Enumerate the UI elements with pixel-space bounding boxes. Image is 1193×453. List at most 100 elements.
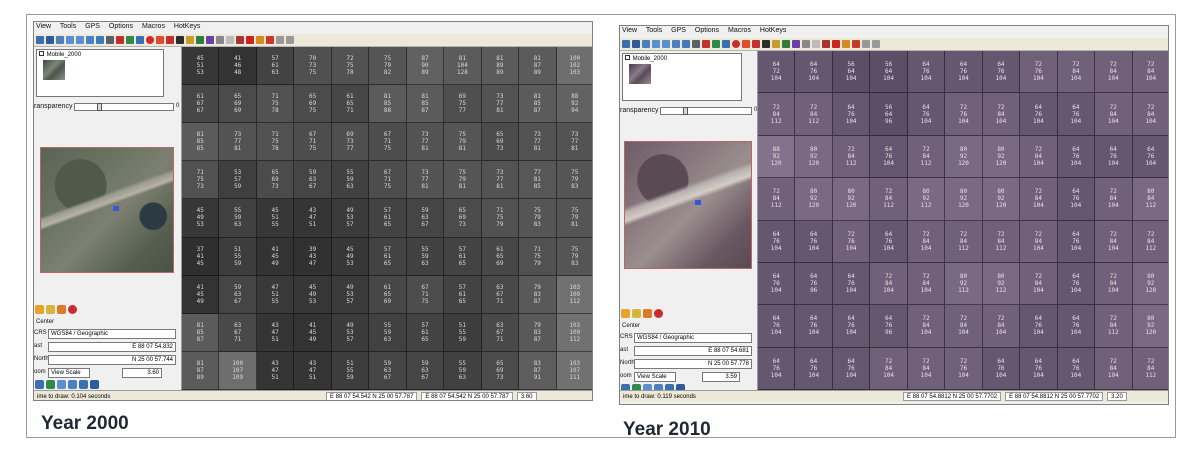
grid-cell[interactable]: 72 84 112 <box>832 135 871 179</box>
grid-cell[interactable]: 43 47 51 <box>294 351 332 390</box>
grid-cell[interactable]: 72 84 104 <box>982 93 1021 136</box>
grid-cell[interactable]: 56 64 96 <box>870 93 908 136</box>
menu-view[interactable]: View <box>36 23 51 30</box>
grid-cell[interactable]: 75 79 81 <box>444 123 482 162</box>
grid-cell[interactable]: 88 92 94 <box>556 85 592 124</box>
grid-cell[interactable]: 81 85 88 <box>369 85 407 124</box>
grid-cell[interactable]: 75 79 83 <box>556 237 592 276</box>
grid-cell[interactable]: 71 75 78 <box>256 85 295 124</box>
grid-cell[interactable]: 64 76 104 <box>832 262 871 306</box>
grid-cell[interactable]: 64 76 104 <box>1057 178 1096 221</box>
folder-icon[interactable] <box>35 305 44 314</box>
grid-cell[interactable]: 80 92 120 <box>945 178 983 221</box>
grid-cell[interactable]: 81 85 87 <box>182 313 220 352</box>
grid-cell[interactable]: 69 75 77 <box>444 85 482 124</box>
grid-cell[interactable]: 72 75 78 <box>331 47 370 86</box>
grid-cell[interactable]: 64 76 104 <box>982 51 1021 94</box>
grid-cell[interactable]: 45 51 55 <box>256 199 295 238</box>
grid-cell[interactable]: 57 61 65 <box>444 237 482 276</box>
grid-cell[interactable]: 65 69 69 <box>219 85 257 124</box>
chart-icon[interactable] <box>79 380 88 389</box>
vertex-icon[interactable] <box>792 40 800 48</box>
grid-cell[interactable]: 51 55 59 <box>331 351 370 390</box>
grid-cell[interactable]: 75 79 81 <box>444 161 482 200</box>
grid-cell[interactable]: 70 73 75 <box>294 47 332 86</box>
grid-cell[interactable]: 80 92 120 <box>945 135 983 179</box>
grid-cell[interactable]: 73 77 81 <box>519 123 557 162</box>
grid-cell[interactable]: 72 84 112 <box>907 135 946 179</box>
digitize-icon[interactable] <box>782 40 790 48</box>
grid-cell[interactable]: 72 84 112 <box>1095 305 1133 348</box>
grid-cell[interactable]: 64 72 104 <box>758 51 796 94</box>
grid-cell[interactable]: 72 84 104 <box>1095 93 1133 136</box>
grid-cell[interactable]: 64 76 104 <box>758 262 796 306</box>
copy-icon[interactable] <box>812 40 820 48</box>
layer-icon[interactable] <box>682 40 690 48</box>
grid-cell[interactable]: 61 65 69 <box>481 237 520 276</box>
grid-cell[interactable]: 72 84 104 <box>982 305 1021 348</box>
zoom-mode-select[interactable]: View Scale <box>634 372 676 382</box>
grid-cell[interactable]: 59 63 67 <box>406 199 445 238</box>
grid-cell[interactable]: 64 76 104 <box>758 347 796 390</box>
grid-cell[interactable]: 72 84 112 <box>1132 347 1168 390</box>
grid-cell[interactable]: 64 76 104 <box>758 305 796 348</box>
pixel-grid-map[interactable]: 45 51 53 41 46 48 57 61 63 70 73 75 72 75 78… <box>182 47 592 390</box>
grid-cell[interactable]: 73 77 81 <box>481 85 520 124</box>
grid-cell[interactable]: 75 79 83 <box>556 161 592 200</box>
image-icon[interactable] <box>68 380 77 389</box>
slider-knob[interactable] <box>97 103 102 111</box>
edit-icon[interactable] <box>186 36 194 44</box>
grid-cell[interactable]: 83 87 91 <box>519 351 557 390</box>
grid-cell[interactable]: 64 76 104 <box>870 220 908 263</box>
grid-cell[interactable]: 80 92 120 <box>1132 305 1168 348</box>
grid-cell[interactable]: 64 76 104 <box>1057 347 1096 390</box>
menu-view[interactable]: View <box>622 27 637 34</box>
grid-cell[interactable]: 72 84 112 <box>982 220 1021 263</box>
paint-icon[interactable] <box>256 36 264 44</box>
grid-cell[interactable]: 64 76 104 <box>1057 135 1096 179</box>
grid-cell[interactable]: 72 84 104 <box>907 220 946 263</box>
grid-cell[interactable]: 41 45 49 <box>294 313 332 352</box>
grid-cell[interactable]: 67 71 75 <box>406 275 445 314</box>
grid-cell[interactable]: 72 76 104 <box>945 93 983 136</box>
save-icon[interactable] <box>46 36 54 44</box>
grid-cell[interactable]: 75 79 83 <box>519 199 557 238</box>
grid-cell[interactable]: 72 84 104 <box>1095 178 1133 221</box>
grid-cell[interactable]: 72 84 104 <box>870 347 908 390</box>
layer-checkbox[interactable] <box>39 51 44 56</box>
zoom-value-select[interactable]: 3.60 <box>122 368 162 378</box>
grid-cell[interactable]: 64 76 104 <box>1095 135 1133 179</box>
grid-cell[interactable]: 80 92 112 <box>982 262 1021 306</box>
grid-cell[interactable]: 63 67 71 <box>481 275 520 314</box>
grid-cell[interactable]: 39 43 47 <box>294 237 332 276</box>
grid-cell[interactable]: 64 76 104 <box>832 93 871 136</box>
grid-cell[interactable]: 64 76 104 <box>982 347 1021 390</box>
layer-list[interactable]: Mobile_2000 <box>36 49 164 97</box>
grid-cell[interactable]: 45 49 53 <box>182 199 220 238</box>
grid-cell[interactable]: 64 76 104 <box>1057 262 1096 306</box>
palette-icon[interactable] <box>57 305 66 314</box>
grid-cell[interactable]: 64 76 104 <box>832 305 871 348</box>
grid-cell[interactable]: 72 84 104 <box>1020 178 1058 221</box>
stop-icon[interactable] <box>146 36 154 44</box>
grid-cell[interactable]: 57 61 65 <box>369 199 407 238</box>
grid-cell[interactable]: 47 51 55 <box>256 275 295 314</box>
crs-field[interactable]: WGS84 / Geographic <box>634 333 752 343</box>
grid-cell[interactable]: 80 92 120 <box>795 178 833 221</box>
grid-cell[interactable]: 63 67 71 <box>481 313 520 352</box>
globe-icon[interactable] <box>632 309 641 318</box>
menu-gps[interactable]: GPS <box>671 27 686 34</box>
grid-cell[interactable]: 72 84 104 <box>1095 262 1133 306</box>
layer-list[interactable]: Mobile_2000 <box>622 53 742 101</box>
grid-cell[interactable]: 71 75 79 <box>481 199 520 238</box>
grid-cell[interactable]: 103 109 112 <box>556 275 592 314</box>
grid-cell[interactable]: 72 76 104 <box>832 220 871 263</box>
copy-icon[interactable] <box>226 36 234 44</box>
grid-cell[interactable]: 45 49 53 <box>294 275 332 314</box>
pixel-grid-map[interactable]: 64 72 104 64 76 104 56 64 104 56 64 104 64 7… <box>758 51 1168 390</box>
grid-cell[interactable]: 100 102 103 <box>556 47 592 86</box>
menu-macros[interactable]: Macros <box>728 27 751 34</box>
stop-circle-icon[interactable] <box>654 309 663 318</box>
undo-icon[interactable] <box>276 36 284 44</box>
grid-cell[interactable]: 64 76 104 <box>907 93 946 136</box>
